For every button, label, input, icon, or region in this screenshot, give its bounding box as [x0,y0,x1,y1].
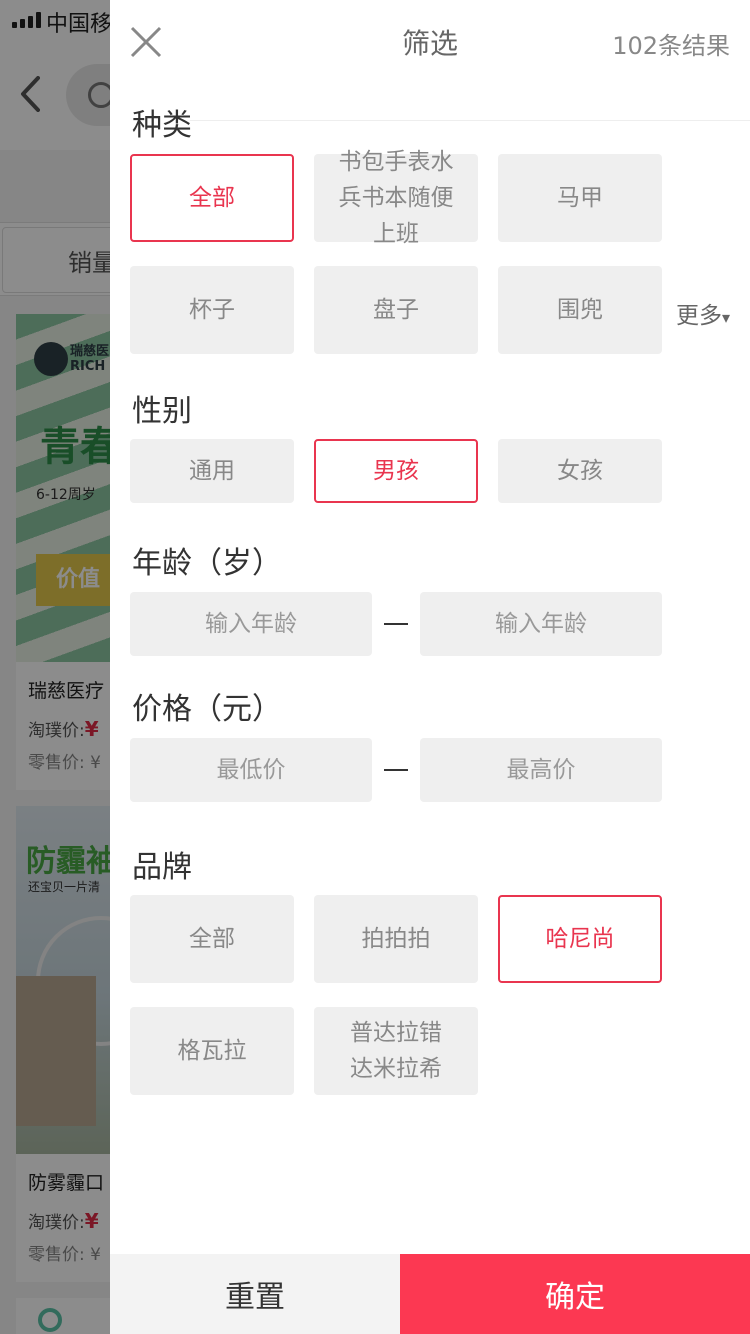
chevron-down-icon: ▾ [722,308,731,327]
age-max-input[interactable] [420,592,662,656]
range-dash [384,623,408,625]
category-chip-bib[interactable]: 围兜 [498,266,662,354]
section-title-price: 价格（元） [132,692,282,727]
reset-button[interactable]: 重置 [110,1254,400,1334]
gender-chip-boy[interactable]: 男孩 [314,439,478,503]
more-label: 更多 [676,303,722,329]
section-title-age: 年龄（岁） [132,546,282,581]
filter-panel: 筛选 102条结果 种类 全部 书包手表水兵书本随便上班 马甲 杯子 盘子 围兜… [110,0,750,1334]
category-chip-plate[interactable]: 盘子 [314,266,478,354]
category-chip-all[interactable]: 全部 [130,154,294,242]
price-max-input[interactable] [420,738,662,802]
category-chip-cup[interactable]: 杯子 [130,266,294,354]
category-chip-vest[interactable]: 马甲 [498,154,662,242]
price-min-input[interactable] [130,738,372,802]
confirm-button[interactable]: 确定 [400,1254,750,1334]
gender-chip-girl[interactable]: 女孩 [498,439,662,503]
divider [190,120,750,121]
filter-footer: 重置 确定 [110,1254,750,1334]
section-title-gender: 性别 [132,394,192,429]
section-title-category: 种类 [132,108,192,143]
brand-chip-paipaipai[interactable]: 拍拍拍 [314,895,478,983]
section-title-brand: 品牌 [132,850,192,885]
more-categories-button[interactable]: 更多▾ [676,296,730,330]
brand-chip-gewala[interactable]: 格瓦拉 [130,1007,294,1095]
brand-chip-hanishang[interactable]: 哈尼尚 [498,895,662,983]
brand-chip-pudalacuo[interactable]: 普达拉错达米拉希 [314,1007,478,1095]
result-count: 102条结果 [612,32,730,60]
brand-chip-all[interactable]: 全部 [130,895,294,983]
range-dash [384,769,408,771]
age-min-input[interactable] [130,592,372,656]
category-chip-bags[interactable]: 书包手表水兵书本随便上班 [314,149,478,247]
gender-chip-unisex[interactable]: 通用 [130,439,294,503]
